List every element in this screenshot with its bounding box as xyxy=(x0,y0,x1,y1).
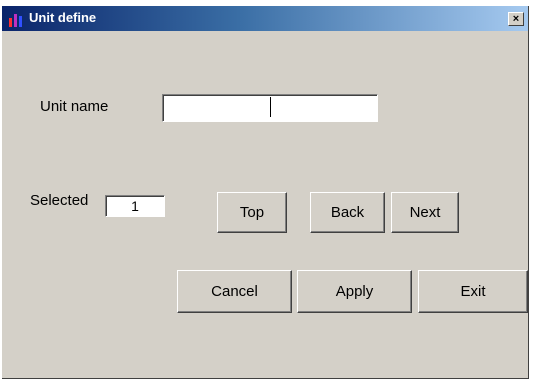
unit-name-label: Unit name xyxy=(40,98,109,115)
selected-input[interactable] xyxy=(105,195,165,217)
unit-define-dialog: Unit define × Unit name Selected Top Bac… xyxy=(2,6,529,379)
back-button[interactable]: Back xyxy=(310,192,385,233)
apply-button[interactable]: Apply xyxy=(297,270,412,313)
window-title: Unit define xyxy=(29,10,97,25)
top-button[interactable]: Top xyxy=(217,192,287,233)
next-button[interactable]: Next xyxy=(391,192,459,233)
text-caret xyxy=(270,97,271,117)
exit-button[interactable]: Exit xyxy=(418,270,528,313)
selected-label: Selected xyxy=(30,192,89,209)
bar-chart-icon xyxy=(9,13,23,27)
title-bar[interactable]: Unit define × xyxy=(2,6,528,31)
close-button[interactable]: × xyxy=(508,12,524,26)
cancel-button[interactable]: Cancel xyxy=(177,270,292,313)
